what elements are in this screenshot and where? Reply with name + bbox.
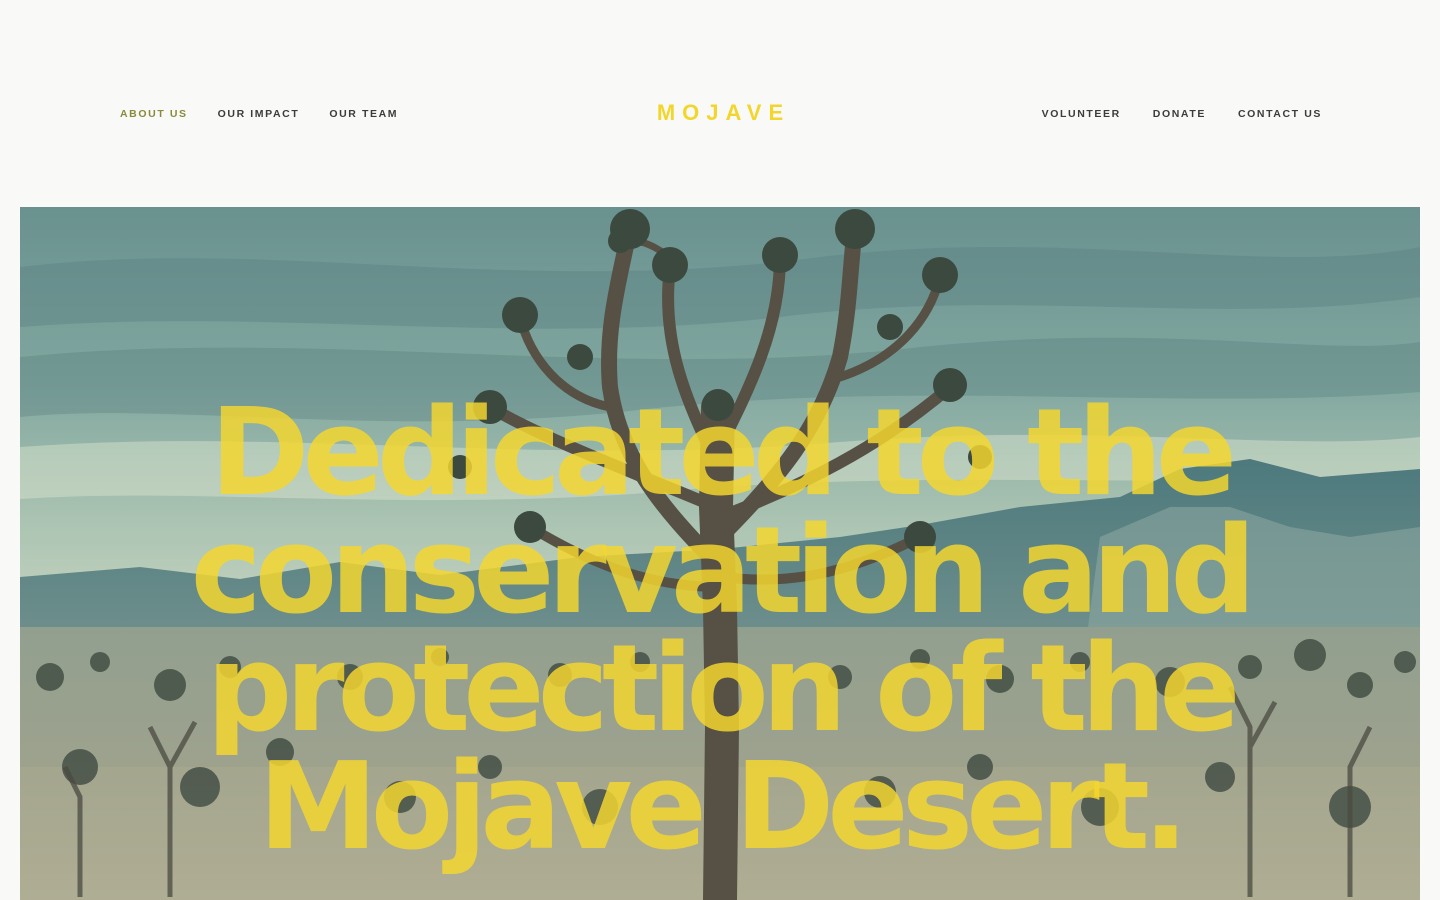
site-header: ABOUT US OUR IMPACT OUR TEAM MOJAVE VOLU… [0,0,1440,207]
primary-nav-right: VOLUNTEER DONATE CONTACT US [1042,107,1322,121]
hero-section: Dedicated to the conservation and protec… [20,207,1420,900]
nav-volunteer[interactable]: VOLUNTEER [1042,107,1121,121]
hero-background-image [20,207,1420,900]
nav-contact-us[interactable]: CONTACT US [1238,107,1322,121]
nav-donate[interactable]: DONATE [1153,107,1206,121]
